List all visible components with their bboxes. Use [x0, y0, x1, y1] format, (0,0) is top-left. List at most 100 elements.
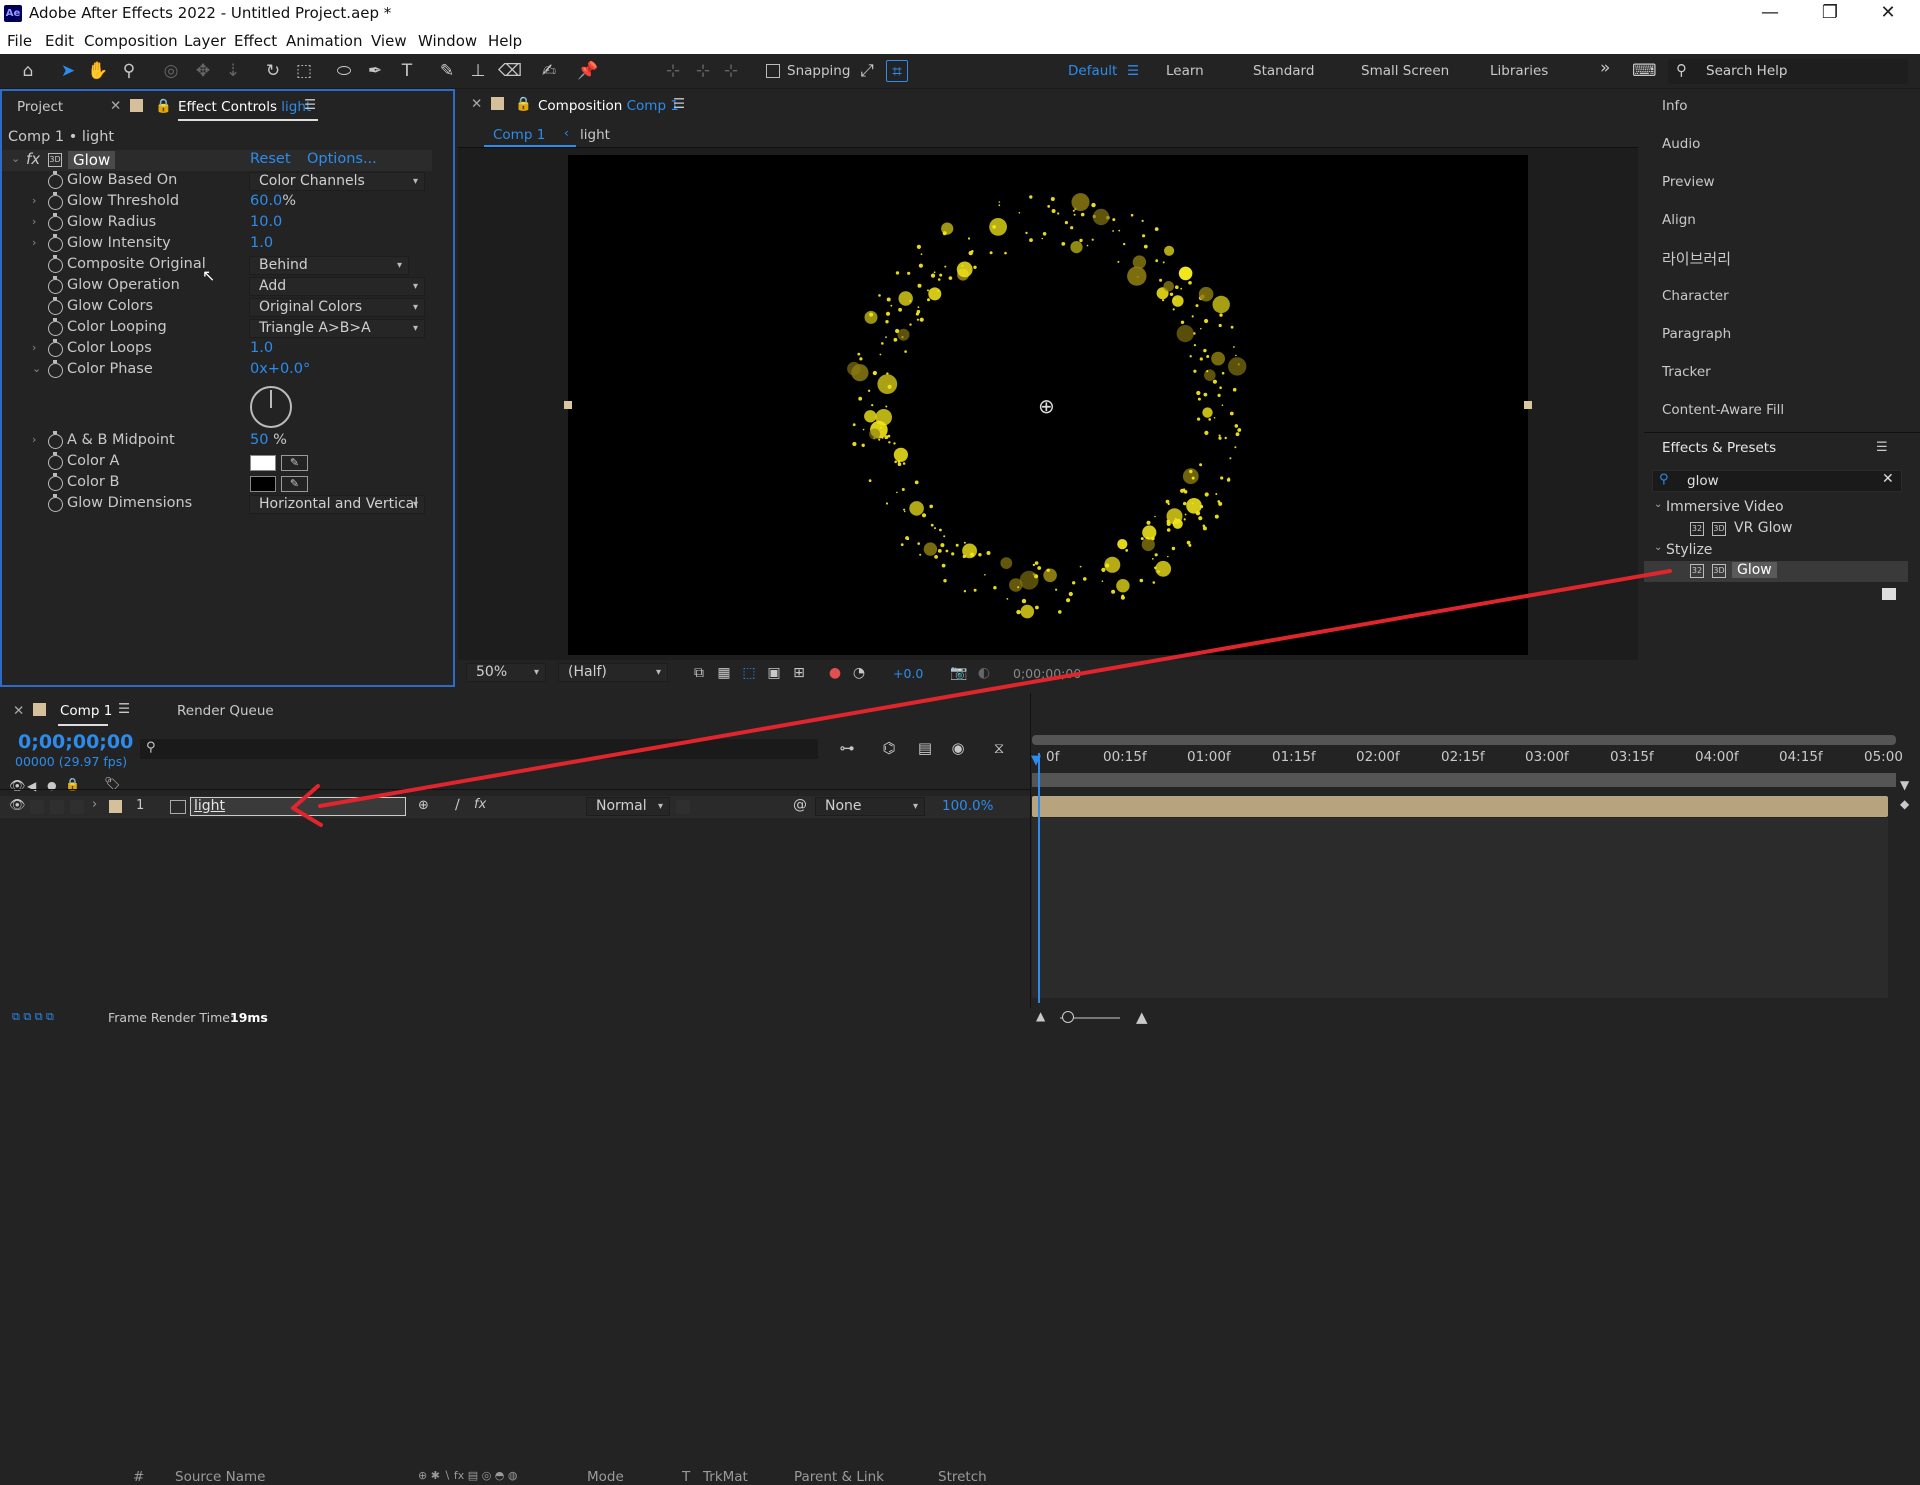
comp-subtab[interactable]: Comp 1 ‹: [484, 125, 576, 147]
stopwatch-icon[interactable]: [48, 276, 63, 294]
glow-operation-dropdown[interactable]: Add ▾: [249, 277, 425, 296]
minimize-button[interactable]: —: [1750, 2, 1790, 23]
color-a-swatch[interactable]: [250, 455, 276, 471]
layer-name-field[interactable]: light: [190, 797, 406, 816]
brush-tool-icon[interactable]: ✎: [436, 60, 458, 82]
zoom-out-icon[interactable]: ▲: [1036, 1009, 1045, 1023]
panel-menu-icon[interactable]: ☰: [118, 701, 130, 717]
collapse-arrow-icon[interactable]: ⌄: [1654, 499, 1662, 510]
fx-toggle-icon[interactable]: fx: [26, 150, 40, 168]
shy-layers-icon[interactable]: ▤: [914, 737, 936, 759]
rotate-tool-icon[interactable]: ↻: [262, 60, 284, 82]
close-tab-icon[interactable]: ✕: [471, 96, 482, 112]
stopwatch-icon[interactable]: [48, 213, 63, 231]
hand-tool-icon[interactable]: ✋: [87, 60, 109, 82]
pen-tool-icon[interactable]: ✒: [364, 60, 386, 82]
tab-timeline-comp[interactable]: Comp 1: [60, 703, 112, 719]
eraser-tool-icon[interactable]: ⌫: [498, 60, 522, 82]
keyboard-shortcuts-icon[interactable]: ⌨: [1632, 60, 1657, 82]
anchor-point-icon[interactable]: ⊕: [1038, 394, 1055, 418]
time-navigator-end-icon[interactable]: ▼: [1900, 778, 1909, 792]
eyedropper-icon[interactable]: ✎: [281, 476, 308, 492]
time-navigator[interactable]: [1032, 773, 1896, 787]
color-looping-dropdown[interactable]: Triangle A>B>A ▾: [249, 319, 425, 338]
puppet-pin-icon[interactable]: 📌: [577, 60, 599, 82]
panel-menu-icon[interactable]: ☰: [304, 97, 316, 113]
solo-switch[interactable]: [50, 800, 64, 814]
tab-effect-controls[interactable]: Effect Controls light: [178, 99, 311, 115]
layer-handle-left[interactable]: [564, 401, 572, 409]
layer-duration-bar[interactable]: [1032, 796, 1888, 817]
playhead-line[interactable]: [1038, 753, 1040, 1003]
clear-search-icon[interactable]: ✕: [1882, 471, 1894, 487]
panel-audio[interactable]: Audio: [1662, 136, 1700, 152]
glow-based-on-dropdown[interactable]: Color Channels ▾: [249, 172, 425, 191]
restore-button[interactable]: ❐: [1810, 2, 1850, 23]
snap-features-icon[interactable]: ⌗: [886, 60, 908, 82]
expand-arrow-icon[interactable]: ›: [32, 194, 36, 207]
expand-arrow-icon[interactable]: ›: [92, 797, 97, 812]
angle-dial[interactable]: [250, 386, 292, 428]
color-loops-value[interactable]: 1.0: [250, 340, 273, 356]
eye-icon[interactable]: 👁: [9, 779, 26, 794]
local-axis-icon[interactable]: ⊹: [662, 60, 684, 82]
collapse-arrow-icon[interactable]: ⌄: [11, 152, 20, 165]
panel-content-aware-fill[interactable]: Content-Aware Fill: [1662, 402, 1784, 418]
panel-character[interactable]: Character: [1662, 288, 1729, 304]
effect-header[interactable]: ⌄ fx 3D Glow Reset Options...: [2, 150, 432, 171]
tab-composition[interactable]: Composition Comp 1: [538, 98, 679, 114]
panel-info[interactable]: Info: [1662, 98, 1688, 114]
workspace-learn[interactable]: Learn: [1166, 63, 1204, 79]
fx-switch-icon[interactable]: fx: [474, 797, 486, 812]
eye-icon[interactable]: 👁: [9, 798, 26, 813]
panel-menu-icon[interactable]: ☰: [1876, 440, 1888, 455]
resolution-dropdown[interactable]: (Half) ▾: [558, 663, 668, 682]
menu-animation[interactable]: Animation: [286, 32, 362, 50]
zoom-dropdown[interactable]: 50% ▾: [466, 663, 546, 682]
audio-icon[interactable]: ◀: [27, 779, 36, 793]
composite-original-dropdown[interactable]: Behind ▾: [249, 256, 409, 275]
expand-arrow-icon[interactable]: ›: [32, 433, 36, 446]
layer-row[interactable]: 👁 › 1 light ⊕ ∕ fx Normal ▾ @ None ▾ 100.0…: [0, 796, 1030, 818]
layer-label-swatch[interactable]: [109, 800, 122, 813]
menu-layer[interactable]: Layer: [184, 32, 226, 50]
menu-edit[interactable]: Edit: [45, 32, 74, 50]
panel-align[interactable]: Align: [1662, 212, 1696, 228]
workspace-menu-icon[interactable]: ☰: [1127, 63, 1139, 79]
timeline-search-field[interactable]: ⚲: [140, 739, 818, 759]
current-timecode[interactable]: 0;00;00;00: [18, 731, 133, 753]
effect-vr-glow[interactable]: VR Glow: [1734, 520, 1793, 536]
panel-preview[interactable]: Preview: [1662, 174, 1715, 190]
menu-help[interactable]: Help: [488, 32, 522, 50]
show-channel-icon[interactable]: ●: [824, 662, 846, 684]
workspace-default[interactable]: Default: [1068, 63, 1117, 79]
comp-viewer[interactable]: ⊕: [564, 155, 1532, 655]
menu-effect[interactable]: Effect: [234, 32, 277, 50]
lock-icon[interactable]: 🔒: [155, 98, 172, 114]
snapping-checkbox[interactable]: [766, 64, 780, 78]
stretch-value[interactable]: 100.0%: [942, 798, 993, 814]
dolly-camera-icon[interactable]: ⇣: [222, 60, 244, 82]
show-snapshot-icon[interactable]: ◐: [973, 662, 995, 684]
quality-switch-icon[interactable]: ∕: [455, 797, 460, 813]
snapshot-icon[interactable]: 📷: [948, 662, 970, 684]
solo-icon[interactable]: ●: [47, 779, 57, 792]
snap-edges-icon[interactable]: ⤢: [856, 60, 878, 82]
glow-dimensions-dropdown[interactable]: Horizontal and Vertical ▾: [249, 495, 425, 514]
zoom-tool-icon[interactable]: ⚲: [118, 60, 140, 82]
reset-exposure-icon[interactable]: ◔: [848, 662, 870, 684]
group-stylize[interactable]: Stylize: [1666, 542, 1712, 558]
blend-mode-dropdown[interactable]: Normal ▾: [586, 797, 670, 816]
draft-3d-icon[interactable]: ⌬: [878, 737, 900, 759]
audio-switch[interactable]: [30, 800, 44, 814]
shy-switch-icon[interactable]: ⊕: [418, 798, 429, 813]
selection-tool-icon[interactable]: ➤: [57, 60, 79, 82]
layer-subtab[interactable]: light: [580, 127, 610, 143]
lock-switch[interactable]: [70, 800, 84, 814]
glow-colors-dropdown[interactable]: Original Colors ▾: [249, 298, 425, 317]
zoom-slider-thumb[interactable]: [1062, 1011, 1074, 1023]
ab-midpoint-value[interactable]: 50 %: [250, 432, 287, 448]
pickwhip-icon[interactable]: @: [793, 797, 807, 813]
zoom-in-icon[interactable]: ▲: [1136, 1008, 1148, 1026]
lock-icon[interactable]: 🔒: [515, 96, 532, 112]
